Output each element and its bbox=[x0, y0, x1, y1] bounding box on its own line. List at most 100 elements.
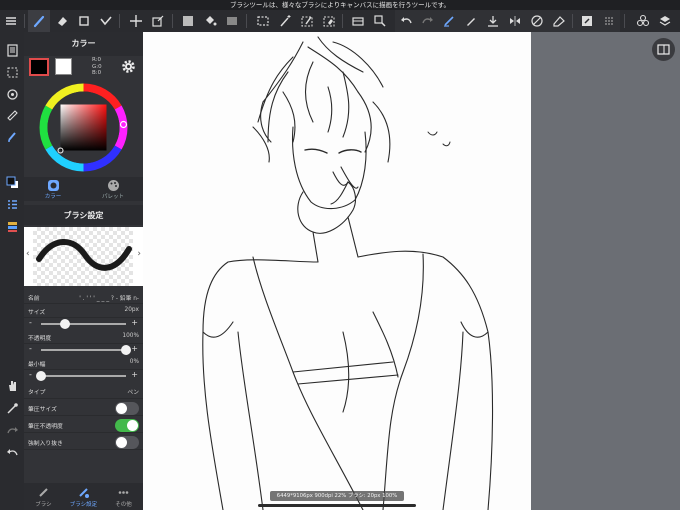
sub-color-swatch[interactable] bbox=[55, 58, 72, 75]
min-width-track[interactable] bbox=[41, 375, 126, 377]
undo-icon[interactable] bbox=[395, 10, 417, 32]
eraser-icon[interactable] bbox=[51, 10, 73, 32]
type-value: ペン bbox=[127, 390, 139, 396]
size-plus-button[interactable]: + bbox=[131, 318, 138, 327]
grid-icon[interactable] bbox=[598, 10, 620, 32]
hand-lock-icon[interactable] bbox=[526, 10, 548, 32]
bucket-icon[interactable] bbox=[199, 10, 221, 32]
palette-stack-icon[interactable] bbox=[2, 216, 22, 236]
pressure-size-toggle[interactable] bbox=[115, 402, 139, 415]
sketch-artwork bbox=[202, 36, 494, 510]
left-tool-column bbox=[0, 32, 24, 510]
magic-brush-icon[interactable] bbox=[95, 10, 117, 32]
brush-settings-icon[interactable] bbox=[2, 126, 22, 146]
tab-other[interactable]: その他 bbox=[104, 485, 143, 508]
color-panel-icon[interactable] bbox=[2, 172, 22, 192]
tab-other-label: その他 bbox=[115, 502, 132, 508]
tab-color[interactable]: カラー bbox=[24, 178, 82, 200]
brush-name-row[interactable]: 名前 ' . ' ' ' _ _ _ ? - 鉛筆 n- bbox=[24, 290, 143, 304]
tab-palette-label: パレット bbox=[101, 194, 124, 200]
fill-color-icon[interactable] bbox=[177, 10, 199, 32]
ruler-icon[interactable] bbox=[2, 105, 22, 125]
panel-toggle-button[interactable] bbox=[652, 38, 675, 61]
opacity-plus-button[interactable]: + bbox=[131, 344, 138, 353]
materials-icon[interactable] bbox=[632, 10, 654, 32]
opacity-track[interactable] bbox=[41, 349, 126, 351]
pressure-size-label: 筆圧サイズ bbox=[28, 407, 57, 413]
force-fade-label: 強制入り抜き bbox=[28, 441, 63, 447]
opacity-knob[interactable] bbox=[121, 345, 131, 355]
name-value: ' . ' ' ' _ _ _ ? - 鉛筆 n- bbox=[79, 296, 139, 302]
panel-bottom-tabs: ブラシ ブラシ設定 その他 bbox=[24, 483, 143, 510]
size-track[interactable] bbox=[41, 323, 126, 325]
app-root: ブラシツールは、様々なブラシによりキャンバスに描画を行うツールです。 カラー R… bbox=[0, 0, 680, 510]
opacity-row: 不透明度 100% bbox=[24, 330, 143, 344]
main-color-swatch[interactable] bbox=[29, 58, 49, 76]
min-width-value: 0% bbox=[129, 359, 139, 365]
size-minus-button[interactable]: - bbox=[29, 318, 32, 327]
selection-icon[interactable] bbox=[2, 62, 22, 82]
snap-icon[interactable] bbox=[438, 10, 460, 32]
menu-icon[interactable] bbox=[0, 10, 22, 32]
home-indicator bbox=[258, 504, 416, 507]
color-wheel[interactable] bbox=[24, 78, 143, 177]
layer-image-icon[interactable] bbox=[576, 10, 598, 32]
min-width-slider[interactable]: - + bbox=[24, 370, 143, 382]
undo-side-icon[interactable] bbox=[2, 442, 22, 462]
flip-icon[interactable] bbox=[504, 10, 526, 32]
brush-preview[interactable]: ‹ › bbox=[24, 227, 143, 286]
brush-settings-title: ブラシ設定 bbox=[24, 205, 143, 225]
rgb-r: R:0 bbox=[92, 57, 102, 63]
gallery-icon[interactable] bbox=[2, 40, 22, 60]
layer-list-icon[interactable] bbox=[2, 194, 22, 214]
chevron-left-icon[interactable]: ‹ bbox=[26, 249, 30, 259]
hand-icon[interactable] bbox=[2, 375, 22, 395]
size-row: サイズ 20px bbox=[24, 304, 143, 318]
pen-icon[interactable] bbox=[460, 10, 482, 32]
transform-select-icon[interactable] bbox=[369, 10, 391, 32]
gear-icon[interactable] bbox=[121, 59, 136, 74]
tab-palette[interactable]: パレット bbox=[84, 178, 142, 200]
tab-brush-label: ブラシ bbox=[35, 502, 52, 508]
tab-brush[interactable]: ブラシ bbox=[24, 485, 63, 508]
canvas-status-bar: 6449*9106px 900dpi 22% ブラシ: 20px 100% bbox=[270, 491, 404, 501]
force-fade-toggle[interactable] bbox=[115, 436, 139, 449]
min-width-plus-button[interactable]: + bbox=[131, 370, 138, 379]
brush-icon[interactable] bbox=[28, 10, 50, 32]
brush-tab-icon bbox=[39, 488, 48, 497]
min-width-label: 最小幅 bbox=[28, 362, 46, 368]
redo-side-icon[interactable] bbox=[2, 420, 22, 440]
select-pen-icon[interactable] bbox=[296, 10, 318, 32]
size-slider[interactable]: - + bbox=[24, 318, 143, 330]
drawing-canvas[interactable]: 6449*9106px 900dpi 22% ブラシ: 20px 100% bbox=[143, 32, 531, 510]
type-row[interactable]: タイプ ペン bbox=[24, 382, 143, 399]
min-width-minus-button[interactable]: - bbox=[29, 370, 32, 379]
opacity-minus-button[interactable]: - bbox=[29, 344, 32, 353]
size-knob[interactable] bbox=[59, 319, 70, 329]
select-all-icon[interactable] bbox=[347, 10, 369, 32]
more-icon bbox=[118, 491, 129, 494]
move-icon[interactable] bbox=[125, 10, 147, 32]
opacity-slider[interactable]: - + bbox=[24, 344, 143, 356]
eyedropper-icon[interactable] bbox=[2, 398, 22, 418]
select-eraser-icon[interactable] bbox=[318, 10, 340, 32]
rectangle-icon[interactable] bbox=[73, 10, 95, 32]
tab-brush-settings[interactable]: ブラシ設定 bbox=[64, 485, 103, 508]
magic-wand-icon[interactable] bbox=[274, 10, 296, 32]
rgb-readout: R:0 G:0 B:0 bbox=[92, 57, 102, 77]
eraser-tool-icon[interactable] bbox=[548, 10, 570, 32]
download-icon[interactable] bbox=[482, 10, 504, 32]
chevron-right-icon[interactable]: › bbox=[137, 249, 141, 259]
rotate-icon[interactable] bbox=[2, 84, 22, 104]
redo-icon[interactable] bbox=[417, 10, 439, 32]
pressure-opacity-toggle[interactable] bbox=[115, 419, 139, 432]
select-rect-icon[interactable] bbox=[252, 10, 274, 32]
min-width-knob[interactable] bbox=[36, 371, 46, 381]
gradient-icon[interactable] bbox=[221, 10, 243, 32]
name-label: 名前 bbox=[28, 296, 40, 302]
main-toolbar bbox=[0, 10, 680, 32]
layers-icon[interactable] bbox=[654, 10, 676, 32]
pressure-opacity-label: 筆圧不透明度 bbox=[28, 424, 63, 430]
transform-icon[interactable] bbox=[147, 10, 169, 32]
palette-icon bbox=[107, 180, 119, 191]
